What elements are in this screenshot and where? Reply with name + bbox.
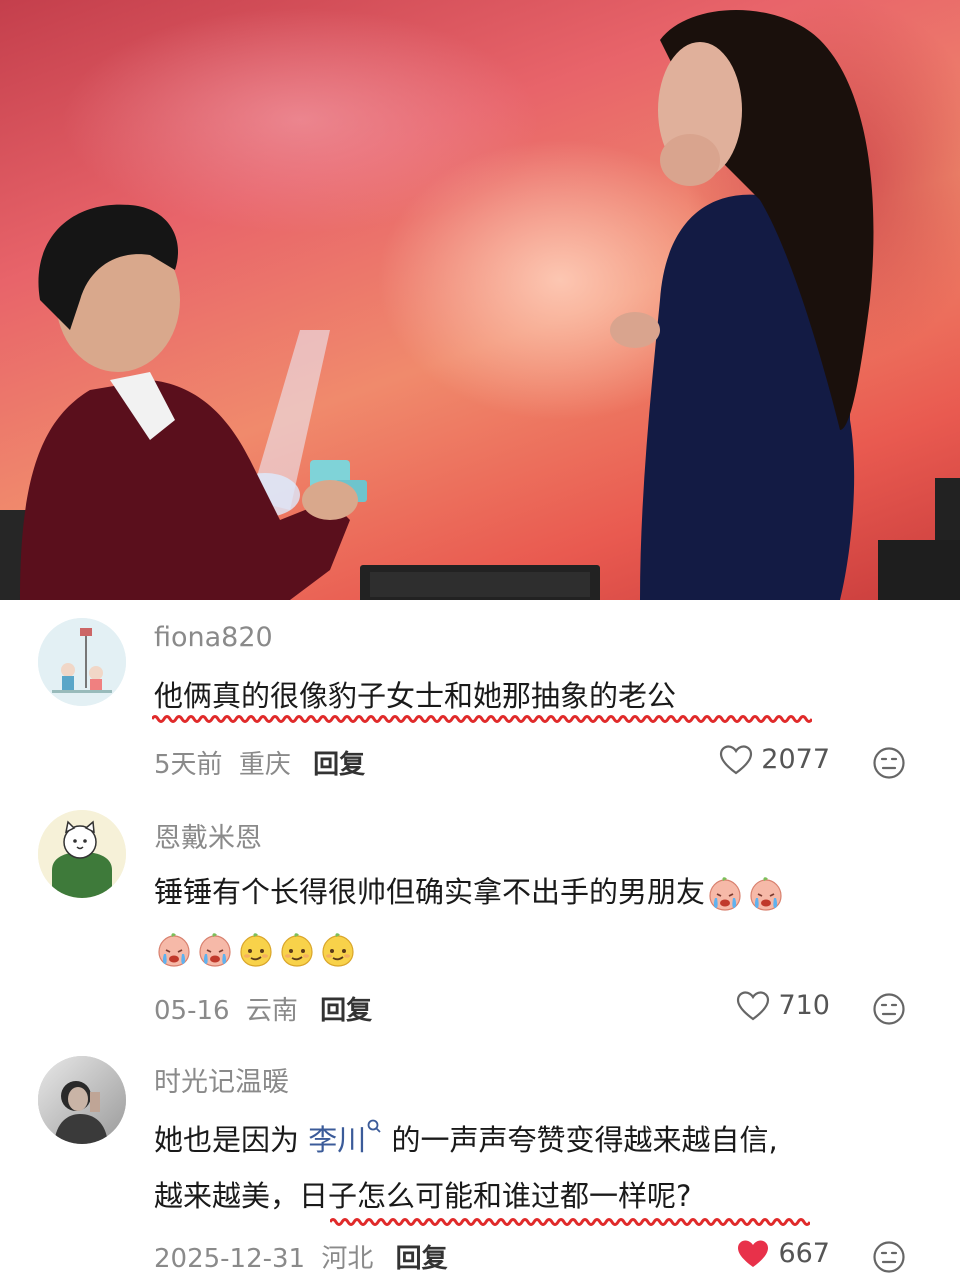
avatar[interactable]	[38, 1056, 126, 1144]
heart-filled-icon	[738, 1240, 769, 1267]
comment-location: 重庆	[238, 750, 291, 780]
username[interactable]: 恩戴米恩	[154, 816, 262, 855]
emoji-group	[154, 931, 359, 967]
comment-text-part: 她也是因为	[154, 1123, 309, 1157]
heart-icon	[737, 990, 770, 1020]
comment-text-part: 越来越美，日子怎么可能和谁过都一样呢?	[154, 1179, 692, 1213]
smirk-face-emoji	[240, 933, 272, 967]
smirk-face-emoji	[322, 933, 354, 967]
heart-icon	[720, 744, 753, 774]
comment-date: 5天前	[154, 750, 223, 780]
comment-text: 她也是因为 李川 的一声声夸赞变得越来越自信, 越来越美，日子怎么可能和谁过都一…	[154, 1112, 900, 1224]
like-count: 710	[778, 990, 830, 1021]
comment-item: 恩戴米恩 锤锤有个长得很帅但确实拿不出手的男朋友 05-16 云南 回复 710	[0, 800, 960, 1040]
mention-link[interactable]: 李川	[308, 1119, 382, 1157]
reply-button[interactable]: 回复	[396, 1244, 448, 1274]
comment-text: 锤锤有个长得很帅但确实拿不出手的男朋友	[154, 864, 900, 976]
video-scene	[0, 10, 960, 600]
reply-button[interactable]: 回复	[320, 996, 372, 1026]
emoji-group	[705, 875, 787, 911]
wavy-underline	[152, 715, 812, 723]
comment-meta: 2025-12-31 河北 回复	[154, 1238, 448, 1275]
comment-text-content: 锤锤有个长得很帅但确实拿不出手的男朋友	[154, 875, 706, 909]
comment-meta: 05-16 云南 回复	[154, 990, 372, 1027]
emoji-reaction-icon[interactable]	[872, 992, 906, 1026]
emoji-reaction-icon[interactable]	[872, 1240, 906, 1274]
wavy-underline	[330, 1218, 810, 1226]
comment-location: 云南	[245, 996, 298, 1026]
comment-date: 2025-12-31	[154, 1244, 306, 1274]
mention-name: 李川	[308, 1123, 367, 1157]
like-button[interactable]: 667	[736, 1238, 830, 1269]
search-icon	[367, 1119, 381, 1133]
comment-item: fiona820 他俩真的很像豹子女士和她那抽象的老公 5天前 重庆 回复 20…	[0, 600, 960, 800]
avatar[interactable]	[38, 810, 126, 898]
like-button[interactable]: 710	[736, 990, 830, 1021]
username[interactable]: 时光记温暖	[154, 1060, 289, 1099]
crying-peach-emoji	[199, 933, 231, 967]
like-count: 667	[778, 1238, 830, 1269]
kneeling-man	[20, 204, 367, 600]
crying-peach-emoji	[709, 877, 741, 911]
standing-woman	[610, 10, 874, 600]
username[interactable]: fiona820	[154, 622, 273, 653]
crying-peach-emoji	[158, 933, 190, 967]
video-frame[interactable]	[0, 0, 960, 600]
avatar[interactable]	[38, 618, 126, 706]
comment-meta: 5天前 重庆 回复	[154, 744, 365, 781]
comment-location: 河北	[321, 1244, 374, 1274]
emoji-reaction-icon[interactable]	[872, 746, 906, 780]
like-count: 2077	[761, 744, 830, 775]
like-button[interactable]: 2077	[719, 744, 830, 775]
reply-button[interactable]: 回复	[313, 750, 365, 780]
comment-text-part: 的一声声夸赞变得越来越自信,	[382, 1123, 778, 1157]
comment-item: 时光记温暖 她也是因为 李川 的一声声夸赞变得越来越自信, 越来越美，日子怎么可…	[0, 1040, 960, 1280]
comment-date: 05-16	[154, 996, 230, 1026]
smirk-face-emoji	[281, 933, 313, 967]
crying-peach-emoji	[750, 877, 782, 911]
